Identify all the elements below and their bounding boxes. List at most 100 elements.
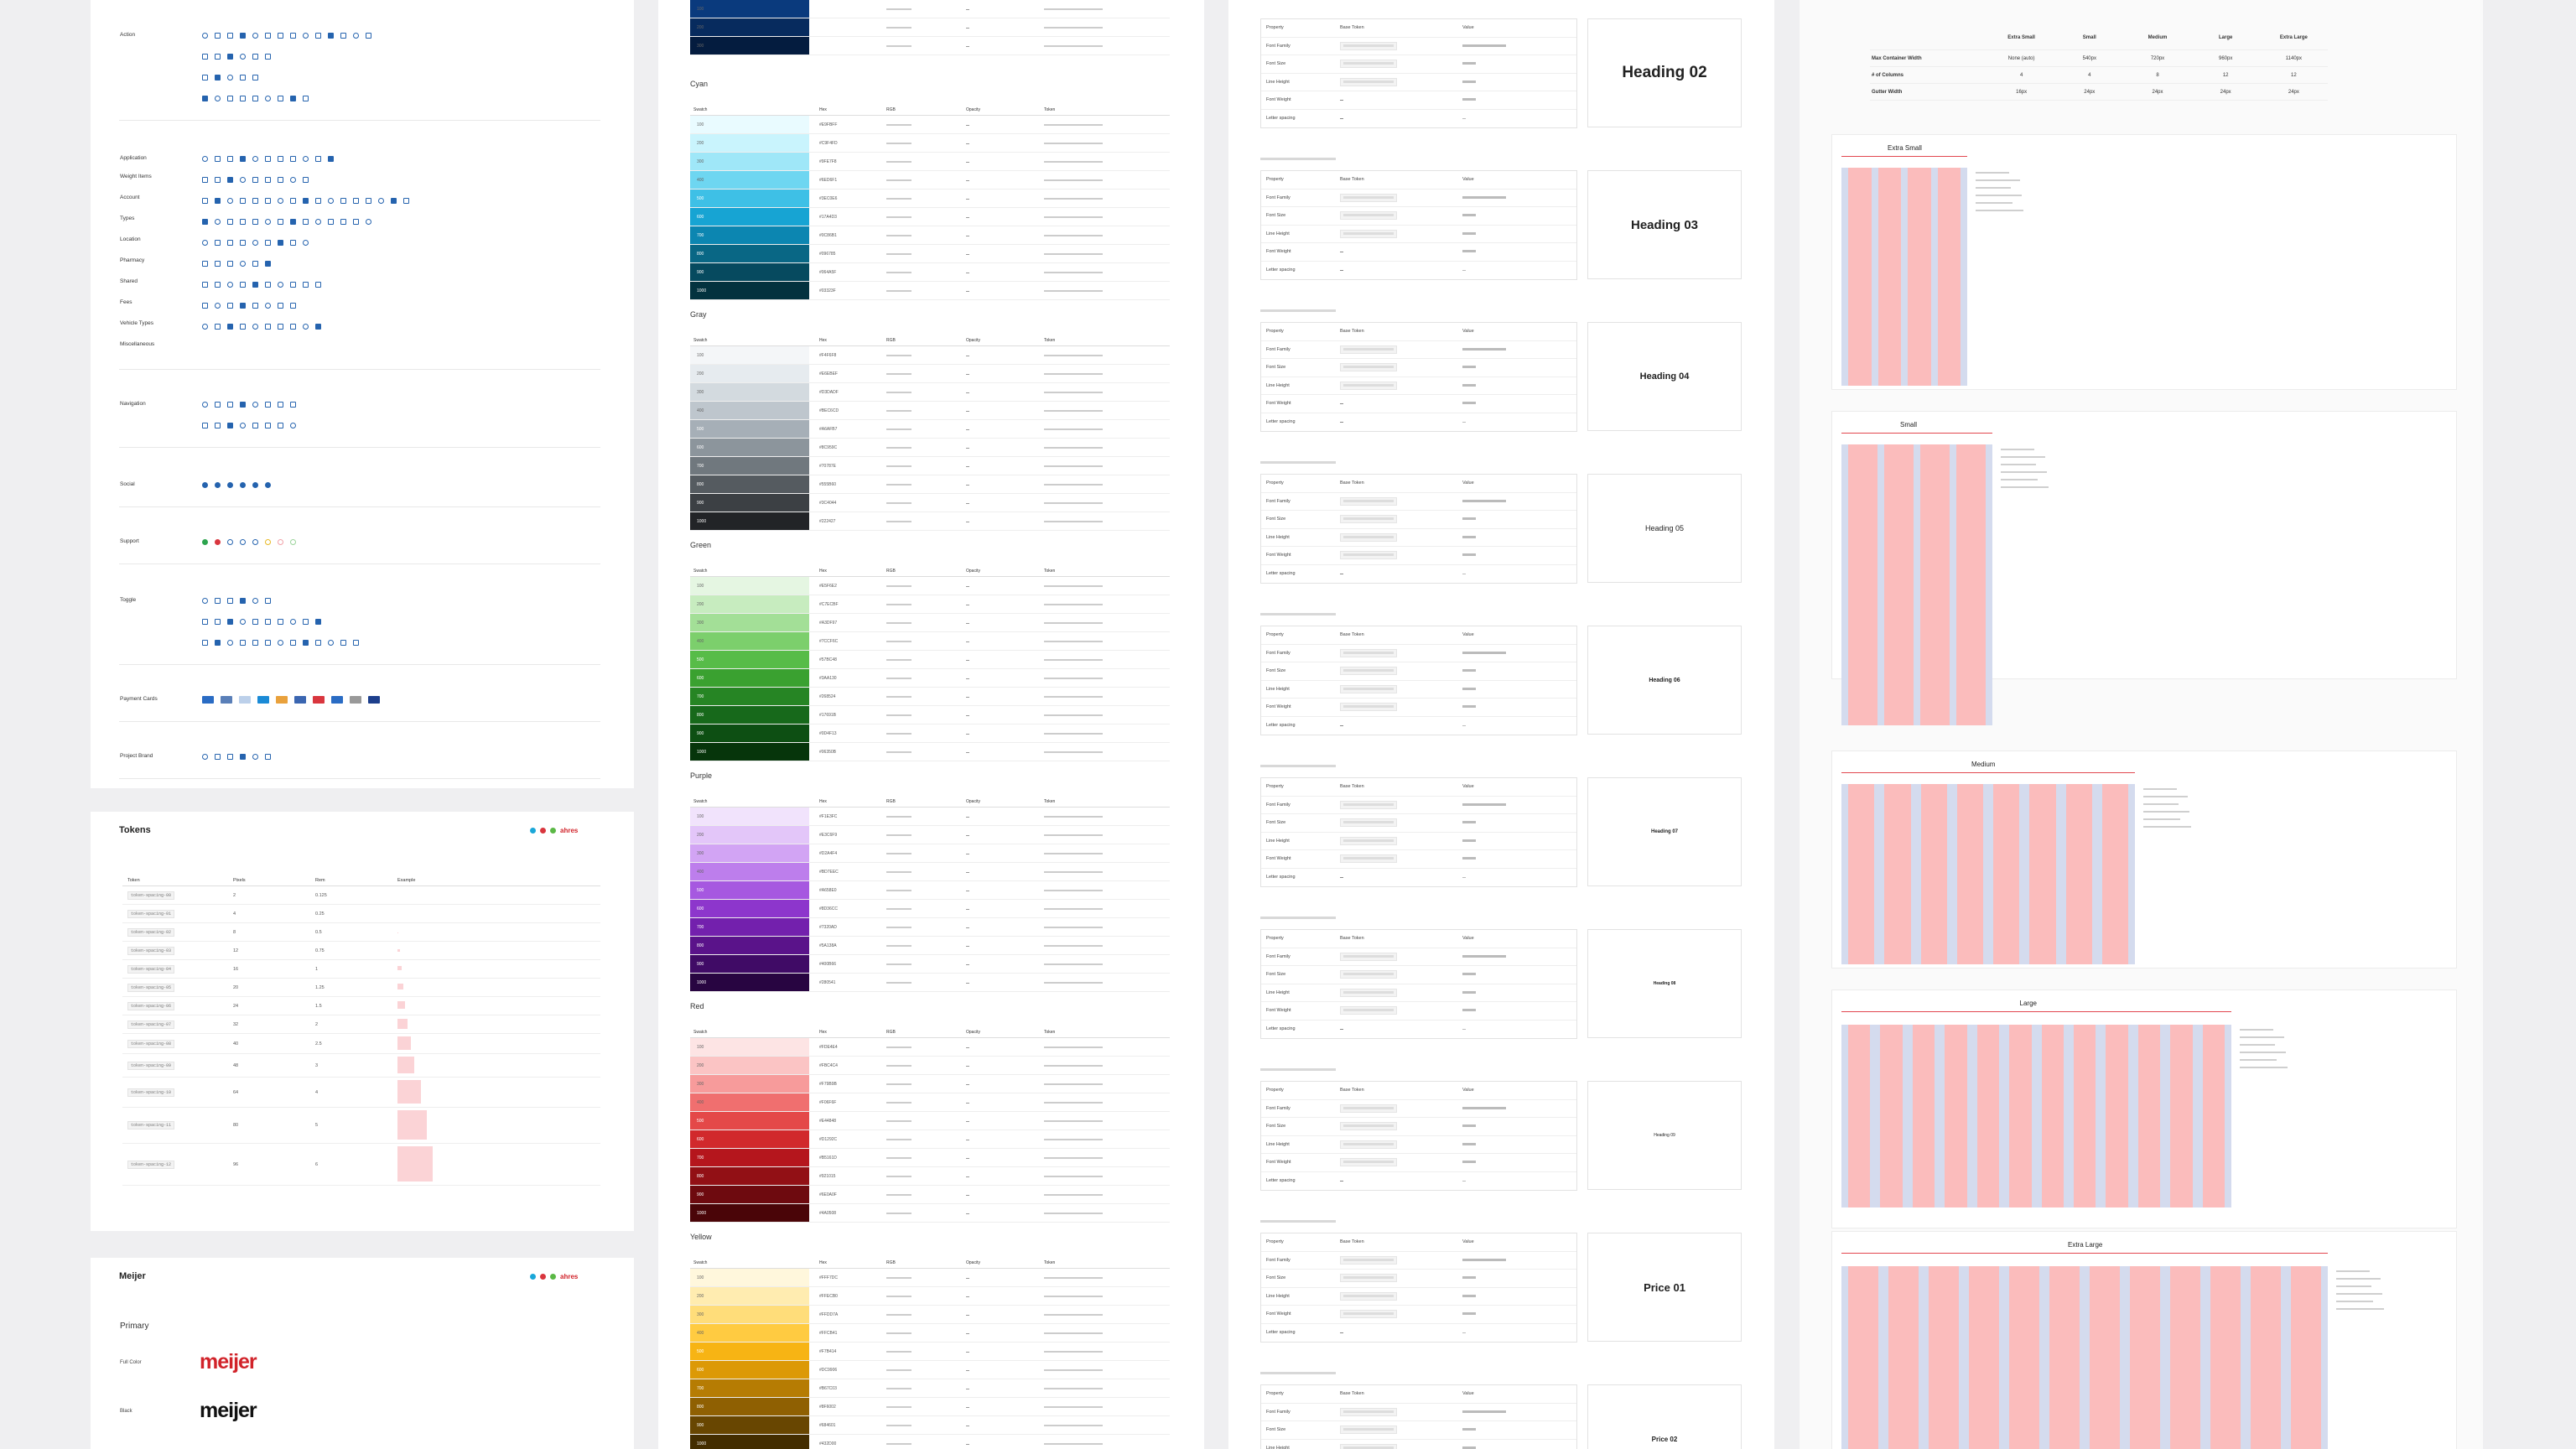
ui-icon[interactable] bbox=[227, 32, 233, 39]
ui-icon[interactable] bbox=[227, 95, 233, 101]
ui-icon[interactable] bbox=[215, 597, 221, 604]
ui-icon[interactable] bbox=[215, 260, 221, 267]
ui-icon[interactable] bbox=[240, 155, 246, 162]
payment-card-icon[interactable] bbox=[202, 695, 214, 704]
ui-icon[interactable] bbox=[215, 302, 221, 309]
ui-icon[interactable] bbox=[278, 95, 283, 101]
ui-icon[interactable] bbox=[227, 260, 233, 267]
ui-icon[interactable] bbox=[215, 155, 221, 162]
ui-icon[interactable] bbox=[328, 197, 334, 204]
ui-icon[interactable] bbox=[265, 32, 271, 39]
ui-icon[interactable] bbox=[215, 538, 221, 545]
ui-icon[interactable] bbox=[202, 260, 208, 267]
ui-icon[interactable] bbox=[290, 197, 296, 204]
ui-icon[interactable] bbox=[278, 155, 283, 162]
ui-icon[interactable] bbox=[303, 639, 309, 646]
ui-icon[interactable] bbox=[240, 538, 246, 545]
ui-icon[interactable] bbox=[265, 481, 271, 488]
ui-icon[interactable] bbox=[215, 74, 221, 80]
ui-icon[interactable] bbox=[265, 155, 271, 162]
payment-card-icon[interactable] bbox=[294, 695, 306, 704]
ui-icon[interactable] bbox=[303, 618, 309, 625]
ui-icon[interactable] bbox=[227, 422, 233, 428]
ui-icon[interactable] bbox=[278, 323, 283, 330]
ui-icon[interactable] bbox=[290, 218, 296, 225]
ui-icon[interactable] bbox=[202, 401, 208, 408]
ui-icon[interactable] bbox=[340, 32, 346, 39]
ui-icon[interactable] bbox=[215, 176, 221, 183]
ui-icon[interactable] bbox=[227, 597, 233, 604]
ui-icon[interactable] bbox=[202, 95, 208, 101]
ui-icon[interactable] bbox=[353, 32, 359, 39]
ui-icon[interactable] bbox=[265, 753, 271, 760]
ui-icon[interactable] bbox=[227, 753, 233, 760]
ui-icon[interactable] bbox=[265, 53, 271, 60]
ui-icon[interactable] bbox=[353, 197, 359, 204]
ui-icon[interactable] bbox=[227, 538, 233, 545]
ui-icon[interactable] bbox=[240, 481, 246, 488]
ui-icon[interactable] bbox=[240, 176, 246, 183]
ui-icon[interactable] bbox=[315, 639, 321, 646]
ui-icon[interactable] bbox=[202, 32, 208, 39]
ui-icon[interactable] bbox=[227, 401, 233, 408]
ui-icon[interactable] bbox=[227, 618, 233, 625]
ui-icon[interactable] bbox=[290, 281, 296, 288]
ui-icon[interactable] bbox=[290, 302, 296, 309]
ui-icon[interactable] bbox=[240, 74, 246, 80]
ui-icon[interactable] bbox=[265, 239, 271, 246]
ui-icon[interactable] bbox=[227, 218, 233, 225]
ui-icon[interactable] bbox=[215, 218, 221, 225]
ui-icon[interactable] bbox=[202, 481, 208, 488]
ui-icon[interactable] bbox=[315, 323, 321, 330]
ui-icon[interactable] bbox=[278, 302, 283, 309]
ui-icon[interactable] bbox=[278, 422, 283, 428]
ui-icon[interactable] bbox=[227, 302, 233, 309]
ui-icon[interactable] bbox=[252, 401, 258, 408]
ui-icon[interactable] bbox=[240, 323, 246, 330]
ui-icon[interactable] bbox=[240, 197, 246, 204]
ui-icon[interactable] bbox=[265, 323, 271, 330]
ui-icon[interactable] bbox=[202, 618, 208, 625]
ui-icon[interactable] bbox=[303, 155, 309, 162]
ui-icon[interactable] bbox=[290, 176, 296, 183]
payment-card-icon[interactable] bbox=[276, 695, 288, 704]
ui-icon[interactable] bbox=[252, 281, 258, 288]
ui-icon[interactable] bbox=[265, 176, 271, 183]
ui-icon[interactable] bbox=[290, 155, 296, 162]
ui-icon[interactable] bbox=[252, 639, 258, 646]
ui-icon[interactable] bbox=[278, 197, 283, 204]
payment-card-icon[interactable] bbox=[221, 695, 232, 704]
ui-icon[interactable] bbox=[202, 597, 208, 604]
ui-icon[interactable] bbox=[215, 95, 221, 101]
ui-icon[interactable] bbox=[278, 32, 283, 39]
ui-icon[interactable] bbox=[252, 176, 258, 183]
ui-icon[interactable] bbox=[202, 281, 208, 288]
ui-icon[interactable] bbox=[328, 218, 334, 225]
ui-icon[interactable] bbox=[240, 639, 246, 646]
ui-icon[interactable] bbox=[340, 639, 346, 646]
ui-icon[interactable] bbox=[227, 197, 233, 204]
ui-icon[interactable] bbox=[227, 323, 233, 330]
ui-icon[interactable] bbox=[240, 218, 246, 225]
ui-icon[interactable] bbox=[315, 155, 321, 162]
ui-icon[interactable] bbox=[252, 323, 258, 330]
ui-icon[interactable] bbox=[252, 618, 258, 625]
ui-icon[interactable] bbox=[290, 401, 296, 408]
payment-card-icon[interactable] bbox=[313, 695, 325, 704]
ui-icon[interactable] bbox=[278, 639, 283, 646]
ui-icon[interactable] bbox=[366, 197, 371, 204]
ui-icon[interactable] bbox=[240, 401, 246, 408]
ui-icon[interactable] bbox=[265, 218, 271, 225]
ui-icon[interactable] bbox=[215, 639, 221, 646]
ui-icon[interactable] bbox=[202, 53, 208, 60]
ui-icon[interactable] bbox=[353, 218, 359, 225]
ui-icon[interactable] bbox=[303, 176, 309, 183]
ui-icon[interactable] bbox=[265, 197, 271, 204]
ui-icon[interactable] bbox=[227, 239, 233, 246]
ui-icon[interactable] bbox=[315, 32, 321, 39]
payment-card-icon[interactable] bbox=[350, 695, 361, 704]
ui-icon[interactable] bbox=[265, 422, 271, 428]
ui-icon[interactable] bbox=[215, 32, 221, 39]
ui-icon[interactable] bbox=[215, 281, 221, 288]
ui-icon[interactable] bbox=[278, 281, 283, 288]
